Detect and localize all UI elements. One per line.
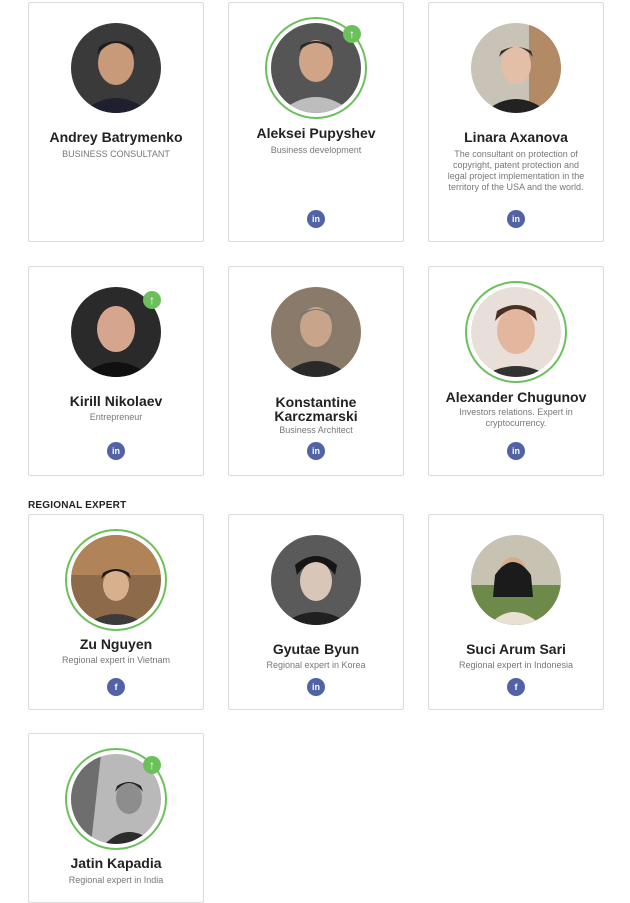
upvote-badge-icon: ↑ (143, 291, 161, 309)
person-name: Zu Nguyen (79, 636, 153, 652)
person-role: The consultant on protection of copyrigh… (447, 149, 585, 192)
team-card: Linara Axanova The consultant on protect… (428, 2, 604, 242)
person-role: Business Architect (279, 425, 353, 435)
facebook-icon[interactable]: f (507, 678, 525, 696)
person-role: Regional expert in India (68, 875, 164, 885)
person-role: Regional expert in Indonesia (458, 660, 574, 670)
person-role: BUSINESS CONSULTANT (62, 149, 170, 159)
avatar (471, 23, 561, 113)
facebook-icon[interactable]: f (107, 678, 125, 696)
linkedin-icon[interactable]: in (507, 442, 525, 460)
person-name: Aleksei Pupyshev (256, 125, 376, 141)
linkedin-icon[interactable]: in (107, 442, 125, 460)
avatar (271, 287, 361, 377)
team-card: ↑ Jatin Kapadia Regional expert in India (28, 733, 204, 903)
team-card: Konstantine Karczmarski Business Archite… (228, 266, 404, 476)
linkedin-icon[interactable]: in (507, 210, 525, 228)
team-card: Zu Nguyen Regional expert in Vietnam f (28, 514, 204, 710)
person-name: Jatin Kapadia (70, 855, 162, 871)
section-heading: REGIONAL EXPERT (28, 500, 127, 511)
person-role: Business development (270, 145, 362, 155)
team-card: ↑ Aleksei Pupyshev Business development … (228, 2, 404, 242)
linkedin-icon[interactable]: in (307, 210, 325, 228)
person-role: Entrepreneur (89, 412, 143, 422)
team-card: Andrey Batrymenko BUSINESS CONSULTANT (28, 2, 204, 242)
avatar (65, 529, 167, 631)
team-card: Gyutae Byun Regional expert in Korea in (228, 514, 404, 710)
person-role: Regional expert in Vietnam (62, 655, 170, 665)
person-name: Gyutae Byun (272, 641, 360, 657)
person-name: Andrey Batrymenko (49, 129, 183, 145)
upvote-badge-icon: ↑ (343, 25, 361, 43)
team-card: Alexander Chugunov Investors relations. … (428, 266, 604, 476)
avatar (71, 23, 161, 113)
upvote-badge-icon: ↑ (143, 756, 161, 774)
person-role: Regional expert in Korea (266, 660, 366, 670)
team-card: ↑ Kirill Nikolaev Entrepreneur in (28, 266, 204, 476)
person-name: Alexander Chugunov (445, 389, 587, 405)
linkedin-icon[interactable]: in (307, 442, 325, 460)
person-name: Kirill Nikolaev (69, 393, 163, 409)
avatar (271, 535, 361, 625)
avatar (465, 281, 567, 383)
team-card: Suci Arum Sari Regional expert in Indone… (428, 514, 604, 710)
linkedin-icon[interactable]: in (307, 678, 325, 696)
person-name: Konstantine Karczmarski (274, 394, 358, 424)
person-role: Investors relations. Expert in cryptocur… (459, 407, 573, 428)
person-name: Suci Arum Sari (466, 641, 566, 657)
person-name: Linara Axanova (464, 129, 568, 145)
avatar (471, 535, 561, 625)
